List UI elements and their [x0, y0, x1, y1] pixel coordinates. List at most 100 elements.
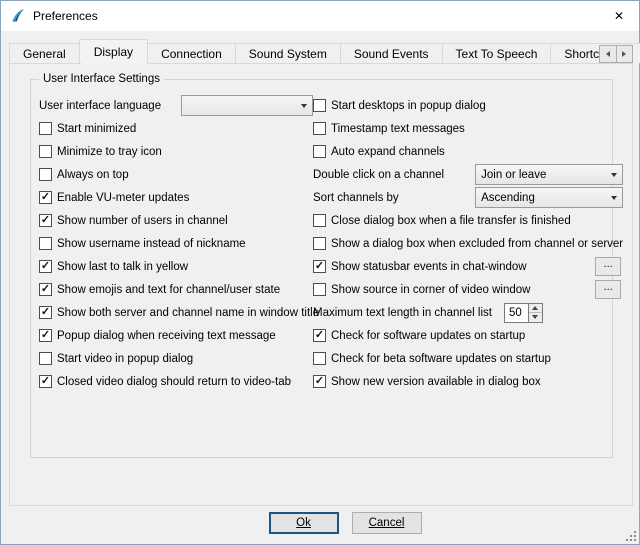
show-statusbar-events-in-chat-window-ellipsis-button[interactable]: ...	[595, 257, 621, 276]
combo-selected-value: Ascending	[476, 192, 605, 204]
checkbox-row-always-on-top[interactable]: Always on top	[39, 163, 313, 186]
checkbox[interactable]	[39, 145, 52, 158]
checkbox-row-start-desktops-in-popup-dialog[interactable]: Start desktops in popup dialog	[313, 94, 623, 117]
spin-buttons	[528, 303, 543, 323]
checkbox[interactable]: ✓	[39, 375, 52, 388]
checkbox-row-timestamp-text-messages[interactable]: Timestamp text messages	[313, 117, 623, 140]
checkbox-label: Auto expand channels	[331, 146, 445, 158]
checkbox-row-check-for-beta-software-updates-on-startup[interactable]: Check for beta software updates on start…	[313, 347, 623, 370]
checkbox-label: Minimize to tray icon	[57, 146, 162, 158]
user-interface-settings-group: User Interface Settings User interface l…	[30, 79, 613, 458]
right-column: Start desktops in popup dialog Timestamp …	[313, 94, 623, 457]
checkbox-label: Show last to talk in yellow	[57, 261, 188, 273]
tab-display[interactable]: Display	[79, 39, 148, 63]
maximum-text-length-row: Maximum text length in channel list 50	[313, 301, 623, 324]
checkbox[interactable]	[313, 122, 326, 135]
checkbox-row-popup-dialog-when-receiving-text-message[interactable]: ✓ Popup dialog when receiving text messag…	[39, 324, 313, 347]
checkbox[interactable]	[313, 352, 326, 365]
double-click-on-a-channel-combobox[interactable]: Join or leave	[475, 164, 623, 185]
checkbox-row-show-both-server-and-channel-name-in-window-title[interactable]: ✓Show both server and channel name in wi…	[39, 301, 313, 324]
checkbox[interactable]	[39, 122, 52, 135]
checkbox[interactable]	[313, 237, 326, 250]
checkbox[interactable]: ✓	[313, 260, 326, 273]
checkbox-row-start-minimized[interactable]: Start minimized	[39, 117, 313, 140]
tab-bar: GeneralDisplayConnectionSound SystemSoun…	[9, 39, 640, 63]
ok-button[interactable]: Ok	[269, 512, 339, 534]
checkbox-label: Popup dialog when receiving text message	[57, 330, 276, 342]
checkbox-label: Close dialog box when a file transfer is…	[331, 215, 571, 227]
checkbox-row-show-new-version-available-in-dialog-box[interactable]: ✓ Show new version available in dialog bo…	[313, 370, 623, 393]
tab-text-to-speech[interactable]: Text To Speech	[442, 43, 552, 63]
tab-scroll-left-button[interactable]	[599, 45, 617, 63]
app-icon	[10, 8, 26, 24]
tab-scroll-right-button[interactable]	[617, 45, 634, 63]
tab-connection[interactable]: Connection	[147, 43, 236, 63]
checkbox-row-show-number-of-users-in-channel[interactable]: ✓Show number of users in channel	[39, 209, 313, 232]
checkbox[interactable]: ✓	[39, 283, 52, 296]
checkbox-row-show-source-in-corner-of-video-window[interactable]: Show source in corner of video window...	[313, 278, 623, 301]
checkbox-row-closed-video-dialog-should-return-to-video-tab[interactable]: ✓Closed video dialog should return to vi…	[39, 370, 313, 393]
checkbox[interactable]: ✓	[39, 306, 52, 319]
show-source-in-corner-of-video-window-ellipsis-button[interactable]: ...	[595, 280, 621, 299]
checkbox-row-close-dialog-box-when-a-file-transfer-is-finished[interactable]: Close dialog box when a file transfer is…	[313, 209, 623, 232]
checkbox-row-start-video-in-popup-dialog[interactable]: Start video in popup dialog	[39, 347, 313, 370]
cancel-button[interactable]: Cancel	[352, 512, 422, 534]
checkbox[interactable]	[313, 145, 326, 158]
checkbox[interactable]: ✓	[39, 329, 52, 342]
checkbox[interactable]	[313, 214, 326, 227]
checkbox-row-show-a-dialog-box-when-excluded-from-channel-or-server[interactable]: Show a dialog box when excluded from cha…	[313, 232, 623, 255]
checkbox[interactable]	[39, 352, 52, 365]
chevron-down-icon	[605, 165, 622, 184]
checkbox[interactable]	[313, 283, 326, 296]
maximum-text-length-spinbox[interactable]: 50	[504, 303, 543, 323]
checkbox[interactable]	[313, 99, 326, 112]
spin-down-button[interactable]	[529, 313, 542, 322]
checkbox[interactable]: ✓	[39, 260, 52, 273]
checkbox-label: Start minimized	[57, 123, 136, 135]
resize-grip[interactable]	[624, 529, 637, 542]
user-interface-language-row: User interface language	[39, 94, 313, 117]
right-arrow-icon	[622, 51, 626, 57]
checkbox-row-minimize-to-tray-icon[interactable]: Minimize to tray icon	[39, 140, 313, 163]
spin-up-button[interactable]	[529, 304, 542, 314]
chevron-down-icon	[605, 188, 622, 207]
user-interface-language-label: User interface language	[39, 100, 161, 112]
checkbox-row-show-last-to-talk-in-yellow[interactable]: ✓ Show last to talk in yellow	[39, 255, 313, 278]
sort-channels-by-row: Sort channels byAscending	[313, 186, 623, 209]
checkbox-row-show-username-instead-of-nickname[interactable]: Show username instead of nickname	[39, 232, 313, 255]
checkbox-label: Show new version available in dialog box	[331, 376, 541, 388]
checkbox[interactable]: ✓	[39, 191, 52, 204]
checkbox-row-auto-expand-channels[interactable]: Auto expand channels	[313, 140, 623, 163]
checkbox-label: Show a dialog box when excluded from cha…	[331, 238, 623, 250]
dialog-button-row: Ok Cancel	[1, 512, 639, 534]
checkbox[interactable]: ✓	[313, 329, 326, 342]
titlebar[interactable]: Preferences ✕	[1, 1, 639, 31]
tab-general[interactable]: General	[9, 43, 80, 63]
checkbox-row-show-emojis-and-text-for-channel-user-state[interactable]: ✓ Show emojis and text for channel/user s…	[39, 278, 313, 301]
checkbox-row-show-statusbar-events-in-chat-window[interactable]: ✓ Show statusbar events in chat-window...	[313, 255, 623, 278]
checkbox-label: Timestamp text messages	[331, 123, 465, 135]
checkbox[interactable]: ✓	[313, 375, 326, 388]
checkbox-label: Check for software updates on startup	[331, 330, 525, 342]
checkbox[interactable]	[39, 168, 52, 181]
checkbox-label: Show statusbar events in chat-window	[331, 261, 527, 273]
display-tab-page: User Interface Settings User interface l…	[9, 63, 633, 506]
close-button[interactable]: ✕	[599, 1, 639, 31]
settings-columns: User interface language Start minimized Mi…	[39, 94, 607, 457]
checkbox-label: Show username instead of nickname	[57, 238, 246, 250]
selected-tab-cover	[81, 63, 148, 64]
tab-scroller	[599, 45, 633, 63]
sort-channels-by-combobox[interactable]: Ascending	[475, 187, 623, 208]
maximum-text-length-label: Maximum text length in channel list	[313, 307, 492, 319]
checkbox[interactable]: ✓	[39, 214, 52, 227]
checkbox-row-enable-vu-meter-updates[interactable]: ✓ Enable VU-meter updates	[39, 186, 313, 209]
tab-sound-events[interactable]: Sound Events	[340, 43, 443, 63]
tab-sound-system[interactable]: Sound System	[235, 43, 341, 63]
checkbox-row-check-for-software-updates-on-startup[interactable]: ✓ Check for software updates on startup	[313, 324, 623, 347]
window-title: Preferences	[33, 9, 98, 23]
checkbox-label: Show emojis and text for channel/user st…	[57, 284, 280, 296]
checkbox-label: Enable VU-meter updates	[57, 192, 189, 204]
user-interface-language-combobox[interactable]	[181, 95, 313, 116]
checkbox[interactable]	[39, 237, 52, 250]
checkbox-label: Show source in corner of video window	[331, 284, 530, 296]
